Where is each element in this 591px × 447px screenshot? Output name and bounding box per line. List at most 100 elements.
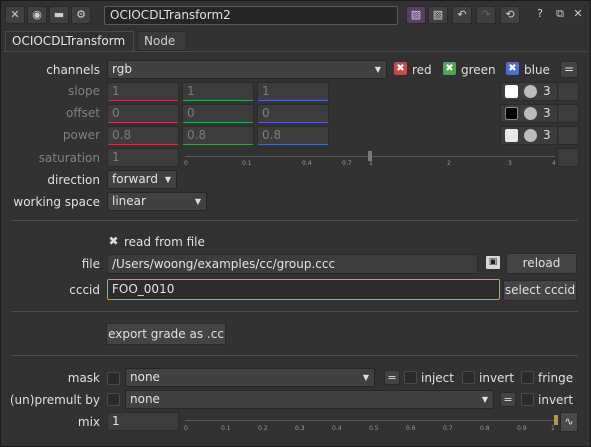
mix-tick: 0.2 [258, 425, 268, 432]
channels-dropdown[interactable]: rgb ▼ [107, 60, 387, 79]
node-tile-color[interactable]: ▧ [428, 6, 448, 24]
mask-dropdown[interactable]: none ▼ [125, 368, 375, 387]
red-checkbox[interactable]: ✖ [394, 62, 407, 75]
direction-dropdown[interactable]: forward ▼ [107, 170, 177, 189]
blue-label: blue [524, 63, 550, 77]
select-cccid-button[interactable]: select cccid [503, 280, 577, 301]
mask-checkbox[interactable] [107, 372, 120, 385]
working-space-dropdown[interactable]: linear ▼ [107, 192, 207, 211]
unpremult-invert-label: invert [538, 393, 574, 407]
mask-link-button[interactable]: = [384, 370, 400, 385]
power-picker-icon[interactable] [524, 129, 537, 142]
mix-tick: 0.3 [295, 425, 305, 432]
mix-slider-track[interactable] [185, 420, 557, 421]
cccid-label: cccid [69, 283, 100, 297]
undo-icon[interactable]: ↶ [452, 6, 472, 24]
unpremult-link-button[interactable]: = [500, 392, 516, 407]
export-grade-button[interactable]: export grade as .cc [106, 323, 226, 345]
center-node-button[interactable]: ◉ [27, 6, 47, 24]
channels-value: rgb [112, 62, 132, 76]
mix-tick: 0.1 [221, 425, 231, 432]
slope-g-field[interactable]: 1 [182, 82, 254, 101]
mix-tick: 1 [551, 425, 555, 432]
tab-ocio-cdl-transform[interactable]: OCIOCDLTransform [5, 31, 134, 51]
power-swatch[interactable] [505, 129, 518, 142]
mix-tick: 0.6 [406, 425, 416, 432]
offset-r-field[interactable]: 0 [107, 104, 179, 123]
offset-swatch[interactable] [505, 107, 518, 120]
blue-checkbox[interactable]: ✖ [506, 62, 519, 75]
slope-anim-button[interactable] [557, 82, 579, 101]
float-panel-button[interactable]: ▬ [49, 6, 69, 24]
reload-button[interactable]: reload [506, 253, 577, 274]
offset-picker-icon[interactable] [524, 107, 537, 120]
offset-b-field[interactable]: 0 [257, 104, 329, 123]
cccid-input[interactable]: FOO_0010 [107, 279, 500, 300]
chevron-down-icon: ▼ [374, 65, 381, 74]
section-divider [11, 220, 578, 221]
saturation-label: saturation [38, 151, 100, 165]
offset-anim-button[interactable] [557, 104, 579, 123]
mask-value: none [130, 370, 160, 384]
tab-node[interactable]: Node [137, 31, 187, 51]
power-anim-button[interactable] [557, 126, 579, 145]
mask-label: mask [67, 371, 100, 385]
mix-tick: 0 [184, 425, 188, 432]
unpremult-label: (un)premult by [9, 393, 100, 407]
curve-icon[interactable]: ∿ [560, 412, 578, 432]
offset-count: 3 [543, 106, 551, 120]
green-label: green [461, 63, 496, 77]
offset-g-field[interactable]: 0 [182, 104, 254, 123]
float-icon[interactable]: ⧉ [550, 6, 570, 24]
power-count: 3 [543, 128, 551, 142]
node-color-swatch[interactable]: ▨ [406, 6, 426, 24]
unpremult-checkbox[interactable] [107, 393, 120, 406]
saturation-tick: 4 [552, 160, 556, 167]
mix-tick: 0.8 [480, 425, 490, 432]
node-name-field[interactable]: OCIOCDLTransform2 [104, 6, 398, 25]
unpremult-dropdown[interactable]: none ▼ [125, 390, 494, 409]
file-input[interactable]: /Users/woong/examples/cc/group.ccc [107, 254, 478, 274]
close-panel-button[interactable]: ✕ [5, 6, 25, 24]
slope-r-field[interactable]: 1 [107, 82, 179, 101]
unpremult-invert-checkbox[interactable] [521, 393, 534, 406]
power-label: power [62, 128, 100, 142]
slope-picker-icon[interactable] [524, 85, 537, 98]
fringe-label: fringe [538, 371, 574, 385]
help-icon[interactable]: ? [530, 6, 550, 24]
mask-invert-label: invert [479, 371, 515, 385]
close-icon[interactable]: ✕ [568, 6, 588, 24]
mix-slider-handle[interactable] [554, 415, 558, 425]
mask-invert-checkbox[interactable] [462, 371, 475, 384]
working-space-label: working space [13, 195, 100, 209]
slope-label: slope [68, 84, 100, 98]
power-r-field[interactable]: 0.8 [107, 126, 179, 145]
chevron-down-icon: ▼ [194, 197, 201, 206]
channels-label: channels [46, 63, 100, 77]
node-settings-icon[interactable]: ⚙ [71, 6, 91, 24]
saturation-field[interactable]: 1 [107, 148, 179, 167]
chevron-down-icon: ▼ [164, 175, 171, 184]
mix-tick: 0.9 [517, 425, 527, 432]
chevron-down-icon: ▼ [481, 395, 488, 404]
fringe-checkbox[interactable] [521, 371, 534, 384]
mix-tick: 0.5 [369, 425, 379, 432]
revert-icon[interactable]: ⟲ [500, 6, 520, 24]
saturation-tick: 0.7 [342, 160, 352, 167]
mix-label: mix [77, 415, 100, 429]
redo-icon[interactable]: ↷ [476, 6, 496, 24]
folder-icon[interactable]: ▣ [486, 256, 500, 269]
channels-link-button[interactable]: = [560, 61, 578, 78]
unpremult-value: none [130, 392, 160, 406]
slope-swatch[interactable] [505, 85, 518, 98]
green-checkbox[interactable]: ✖ [443, 62, 456, 75]
slope-b-field[interactable]: 1 [257, 82, 329, 101]
read-from-file-checkbox[interactable]: ✖ [107, 235, 120, 248]
inject-checkbox[interactable] [404, 371, 417, 384]
saturation-tick: 3 [508, 160, 512, 167]
power-g-field[interactable]: 0.8 [182, 126, 254, 145]
mix-field[interactable]: 1 [107, 412, 179, 431]
red-label: red [412, 63, 432, 77]
saturation-anim-button[interactable] [557, 148, 579, 167]
power-b-field[interactable]: 0.8 [257, 126, 329, 145]
